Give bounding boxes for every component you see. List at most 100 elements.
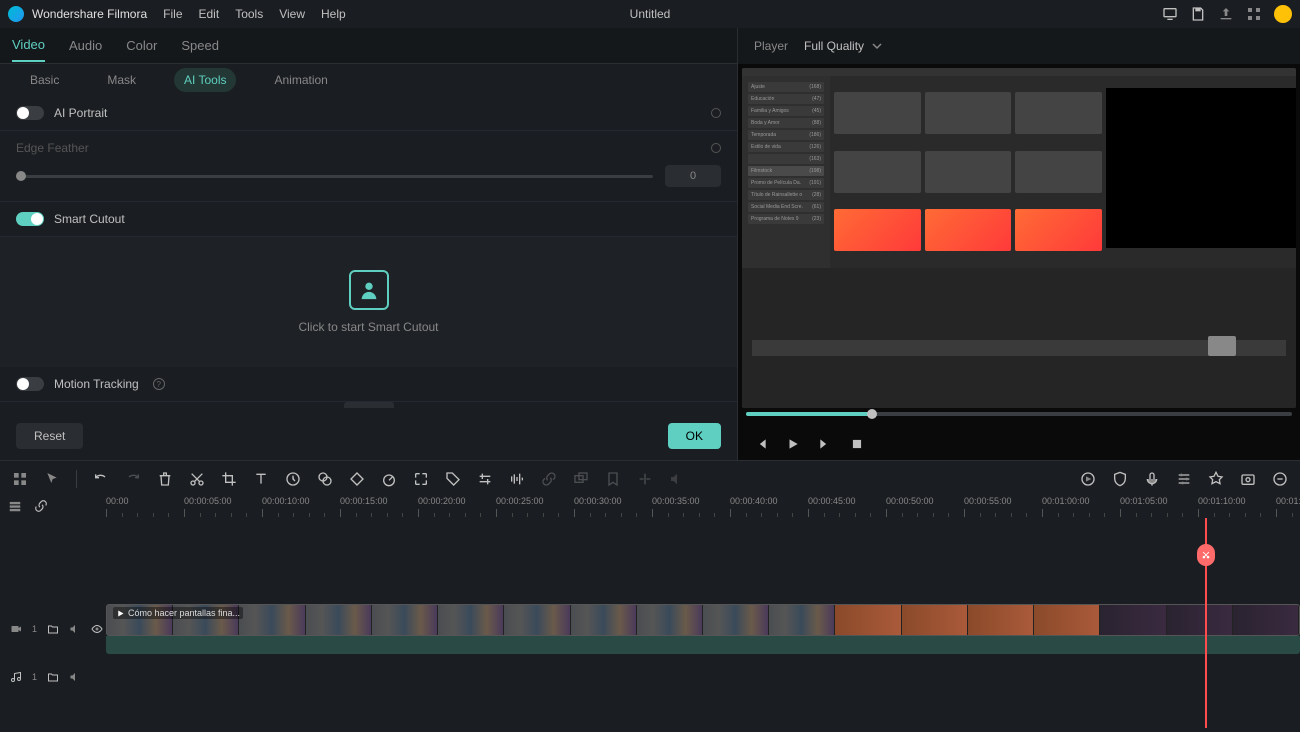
mute-icon[interactable] xyxy=(669,471,685,487)
subtab-animation[interactable]: Animation xyxy=(264,68,337,92)
delete-icon[interactable] xyxy=(157,471,173,487)
chain-icon[interactable] xyxy=(34,499,48,513)
mixer-icon[interactable] xyxy=(1176,471,1192,487)
speed-ramp-icon[interactable] xyxy=(285,471,301,487)
tab-video[interactable]: Video xyxy=(12,29,45,62)
apps-icon[interactable] xyxy=(1246,6,1262,22)
menu-edit[interactable]: Edit xyxy=(199,7,220,21)
timeline-ruler-row: 00:0000:00:05:0000:00:10:0000:00:15:0000… xyxy=(0,496,1300,518)
player-progress-bar[interactable] xyxy=(746,412,1292,416)
mute-track-icon[interactable] xyxy=(69,623,81,635)
tag-icon[interactable] xyxy=(445,471,461,487)
player-controls xyxy=(738,428,1300,460)
title-bar: Wondershare Filmora File Edit Tools View… xyxy=(0,0,1300,28)
ok-button[interactable]: OK xyxy=(668,423,721,449)
motion-tracking-toggle[interactable] xyxy=(16,377,44,391)
quality-select[interactable]: Full Quality xyxy=(804,39,882,53)
grid-icon[interactable] xyxy=(12,471,28,487)
edge-feather-reset-icon[interactable] xyxy=(711,143,721,153)
tab-color[interactable]: Color xyxy=(126,30,157,61)
panel-content: AI Portrait Edge Feather 0 Smart Cutout … xyxy=(0,96,737,412)
cursor-icon[interactable] xyxy=(44,471,60,487)
text-icon[interactable] xyxy=(253,471,269,487)
video-clip-container: Cómo hacer pantallas fina... xyxy=(106,604,1300,654)
player-panel: Player Full Quality Ajuste(168)Educación… xyxy=(738,28,1300,460)
motion-tracking-help-icon[interactable]: ? xyxy=(153,378,165,390)
timeline: 00:0000:00:05:0000:00:10:0000:00:15:0000… xyxy=(0,496,1300,732)
main-area: Video Audio Color Speed Basic Mask AI To… xyxy=(0,28,1300,460)
playhead-grip[interactable] xyxy=(1197,544,1215,566)
ai-portrait-label: AI Portrait xyxy=(54,106,107,120)
edge-feather-label: Edge Feather xyxy=(16,141,89,155)
track-manager-icon[interactable] xyxy=(8,499,22,513)
ai-portrait-toggle[interactable] xyxy=(16,106,44,120)
keyframe-icon[interactable] xyxy=(349,471,365,487)
smart-cutout-toggle[interactable] xyxy=(16,212,44,226)
edge-feather-value[interactable]: 0 xyxy=(665,165,721,187)
cut-icon[interactable] xyxy=(189,471,205,487)
subtab-mask[interactable]: Mask xyxy=(97,68,146,92)
fit-icon[interactable] xyxy=(413,471,429,487)
ai-icon[interactable] xyxy=(1208,471,1224,487)
color-match-icon[interactable] xyxy=(317,471,333,487)
folder-icon[interactable] xyxy=(47,623,59,635)
reset-button[interactable]: Reset xyxy=(16,423,83,449)
drag-handle[interactable] xyxy=(344,402,394,408)
menu-help[interactable]: Help xyxy=(321,7,346,21)
crop-icon[interactable] xyxy=(221,471,237,487)
subtab-basic[interactable]: Basic xyxy=(20,68,69,92)
display-icon[interactable] xyxy=(1162,6,1178,22)
clip-audio-waveform[interactable] xyxy=(106,636,1300,654)
motion-tracking-label: Motion Tracking xyxy=(54,377,139,391)
play-icon[interactable] xyxy=(786,437,800,451)
tab-audio[interactable]: Audio xyxy=(69,30,102,61)
mic-icon[interactable] xyxy=(1144,471,1160,487)
music-icon xyxy=(10,671,22,683)
preview-content-thumbnail: Ajuste(168)Educación(47)Familia y Amigos… xyxy=(742,68,1296,408)
detach-icon[interactable] xyxy=(637,471,653,487)
next-frame-icon[interactable] xyxy=(818,437,832,451)
prev-frame-icon[interactable] xyxy=(754,437,768,451)
group-icon[interactable] xyxy=(573,471,589,487)
snapshot-icon[interactable] xyxy=(1240,471,1256,487)
visibility-icon[interactable] xyxy=(91,623,103,635)
menu-bar: File Edit Tools View Help xyxy=(163,7,346,21)
smart-cutout-label: Smart Cutout xyxy=(54,212,125,226)
timeline-head-icons xyxy=(8,499,48,513)
undo-icon[interactable] xyxy=(93,471,109,487)
chevron-down-icon xyxy=(872,41,882,51)
marker-icon[interactable] xyxy=(605,471,621,487)
subtab-aitools[interactable]: AI Tools xyxy=(174,68,236,92)
link-icon[interactable] xyxy=(541,471,557,487)
speed-icon[interactable] xyxy=(381,471,397,487)
shield-icon[interactable] xyxy=(1112,471,1128,487)
redo-icon[interactable] xyxy=(125,471,141,487)
timeline-toolbar xyxy=(0,460,1300,496)
profile-avatar[interactable] xyxy=(1274,5,1292,23)
audio-mute-icon[interactable] xyxy=(69,671,81,683)
audio-track-num: 1 xyxy=(32,672,37,682)
smart-cutout-button[interactable] xyxy=(349,270,389,310)
smart-cutout-area: Click to start Smart Cutout xyxy=(0,237,737,367)
edge-feather-slider[interactable] xyxy=(16,175,653,178)
preview-video[interactable]: Ajuste(168)Educación(47)Familia y Amigos… xyxy=(742,68,1296,408)
stop-icon[interactable] xyxy=(850,437,864,451)
playhead[interactable] xyxy=(1205,518,1207,728)
timeline-ruler[interactable]: 00:0000:00:05:0000:00:10:0000:00:15:0000… xyxy=(106,496,1300,518)
menu-view[interactable]: View xyxy=(279,7,305,21)
clip-label: Cómo hacer pantallas fina... xyxy=(113,607,243,619)
video-clip[interactable]: Cómo hacer pantallas fina... xyxy=(106,604,1300,636)
upload-icon[interactable] xyxy=(1218,6,1234,22)
menu-tools[interactable]: Tools xyxy=(235,7,263,21)
save-icon[interactable] xyxy=(1190,6,1206,22)
audio-folder-icon[interactable] xyxy=(47,671,59,683)
audio-track-head: 1 xyxy=(0,662,106,692)
audio-icon[interactable] xyxy=(509,471,525,487)
adjust-icon[interactable] xyxy=(477,471,493,487)
render-icon[interactable] xyxy=(1080,471,1096,487)
tab-speed[interactable]: Speed xyxy=(181,30,219,61)
ai-portrait-reset-icon[interactable] xyxy=(711,108,721,118)
zoom-out-icon[interactable] xyxy=(1272,471,1288,487)
timeline-body: 1 Cómo hacer pantallas fina... xyxy=(0,518,1300,728)
menu-file[interactable]: File xyxy=(163,7,182,21)
